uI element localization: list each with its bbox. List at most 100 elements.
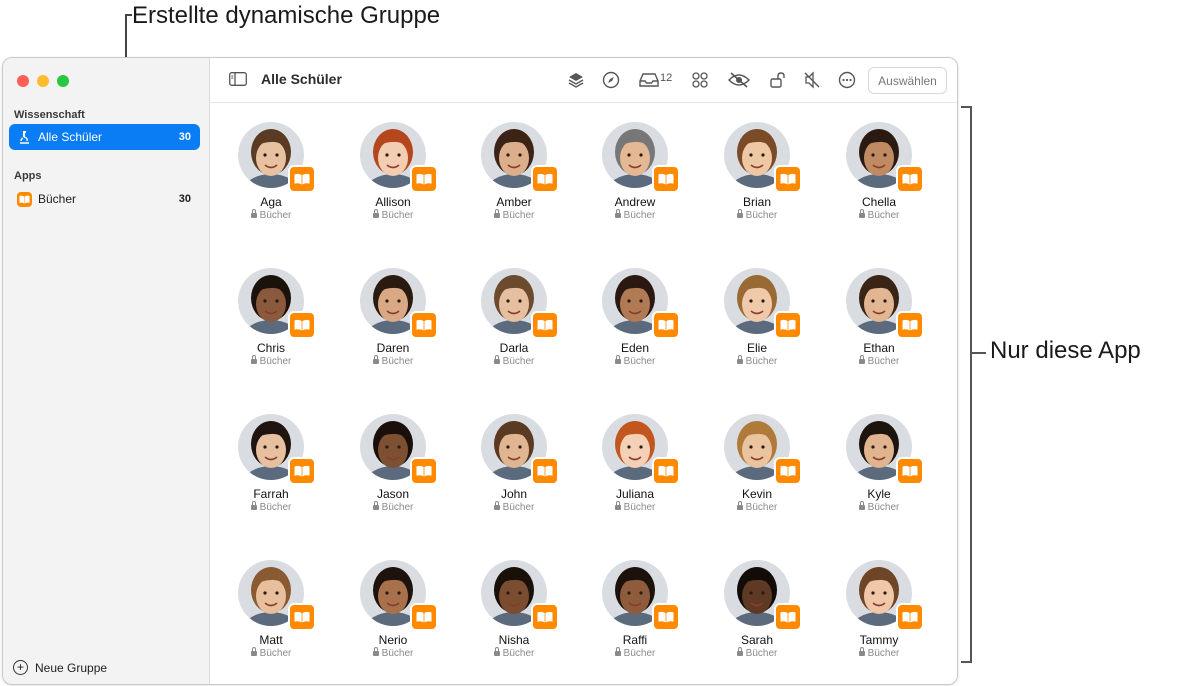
student-app-status: Bücher: [702, 355, 812, 367]
student-tile[interactable]: Kyle Bücher: [824, 395, 934, 515]
student-tile[interactable]: Darla Bücher: [459, 249, 569, 369]
student-tile[interactable]: Chris Bücher: [216, 249, 326, 369]
student-name: Darla: [499, 341, 529, 355]
select-button[interactable]: Auswählen: [868, 67, 947, 94]
student-tile[interactable]: John Bücher: [459, 395, 569, 515]
sidebar-item-label: Bücher: [38, 192, 77, 206]
student-tile[interactable]: Nerio Bücher: [338, 541, 448, 661]
books-app-icon: [288, 603, 316, 631]
student-tile[interactable]: Eden Bücher: [580, 249, 690, 369]
student-app-name: Bücher: [259, 648, 292, 659]
books-app-icon: [896, 457, 924, 485]
books-app-icon: [288, 311, 316, 339]
sidebar-toggle-icon[interactable]: [229, 72, 247, 91]
unlock-icon[interactable]: [767, 69, 789, 91]
compass-icon[interactable]: [600, 69, 622, 91]
books-app-icon: [774, 311, 802, 339]
mute-icon[interactable]: [801, 69, 823, 91]
apps-grid-icon[interactable]: [689, 69, 711, 91]
student-app-status: Bücher: [338, 355, 448, 367]
student-app-status: Bücher: [216, 647, 326, 659]
lock-icon: [493, 209, 500, 218]
student-app-status: Bücher: [580, 209, 690, 221]
student-app-name: Bücher: [867, 356, 900, 367]
student-name: Brian: [742, 195, 771, 209]
student-app-status: Bücher: [338, 501, 448, 513]
student-app-status: Bücher: [459, 355, 569, 367]
student-app-status: Bücher: [702, 501, 812, 513]
sidebar-item-count: 30: [178, 131, 191, 143]
student-app-status: Bücher: [702, 647, 812, 659]
student-tile[interactable]: Andrew Bücher: [580, 103, 690, 223]
student-tile[interactable]: Raffi Bücher: [580, 541, 690, 661]
books-app-icon: [774, 603, 802, 631]
student-tile[interactable]: Aga Bücher: [216, 103, 326, 223]
student-tile[interactable]: Brian Bücher: [702, 103, 812, 223]
student-app-status: Bücher: [580, 355, 690, 367]
student-tile[interactable]: Juliana Bücher: [580, 395, 690, 515]
lock-icon: [858, 209, 865, 218]
student-tile[interactable]: Jason Bücher: [338, 395, 448, 515]
books-app-icon: [531, 457, 559, 485]
student-tile[interactable]: Chella Bücher: [824, 103, 934, 223]
zoom-window-button[interactable]: [57, 75, 69, 87]
lock-icon: [736, 647, 743, 656]
student-name: Eden: [620, 341, 650, 355]
student-app-name: Bücher: [502, 648, 535, 659]
student-tile[interactable]: Elie Bücher: [702, 249, 812, 369]
student-app-name: Bücher: [867, 210, 900, 221]
student-name: Jason: [376, 487, 410, 501]
student-app-status: Bücher: [216, 355, 326, 367]
books-app-icon: [531, 603, 559, 631]
student-tile[interactable]: Nisha Bücher: [459, 541, 569, 661]
student-tile[interactable]: Amber Bücher: [459, 103, 569, 223]
section-title-wissenschaft: Wissenschaft: [14, 109, 85, 121]
more-icon[interactable]: [836, 69, 858, 91]
close-window-button[interactable]: [17, 75, 29, 87]
student-tile[interactable]: Farrah Bücher: [216, 395, 326, 515]
student-tile[interactable]: Matt Bücher: [216, 541, 326, 661]
books-app-icon: [410, 311, 438, 339]
lock-icon: [372, 501, 379, 510]
student-app-name: Bücher: [381, 356, 414, 367]
student-tile[interactable]: Ethan Bücher: [824, 249, 934, 369]
student-name: Allison: [375, 195, 411, 209]
sidebar-item-alle-schueler[interactable]: Alle Schüler 30: [9, 124, 200, 150]
sidebar: Wissenschaft Alle Schüler 30 Apps Bücher…: [3, 58, 210, 684]
student-app-status: Bücher: [580, 501, 690, 513]
student-name: Ethan: [863, 341, 895, 355]
sidebar-item-buecher[interactable]: Bücher 30: [9, 186, 200, 212]
books-app-icon: [410, 165, 438, 193]
student-name: Aga: [260, 195, 282, 209]
student-tile[interactable]: Allison Bücher: [338, 103, 448, 223]
layers-icon[interactable]: [565, 69, 587, 91]
books-app-icon: [774, 457, 802, 485]
student-app-name: Bücher: [381, 648, 414, 659]
lock-icon: [736, 355, 743, 364]
student-app-status: Bücher: [338, 209, 448, 221]
student-app-name: Bücher: [381, 210, 414, 221]
student-app-name: Bücher: [623, 648, 656, 659]
eye-slash-icon[interactable]: [728, 69, 750, 91]
student-name: Kevin: [741, 487, 773, 501]
lock-icon: [250, 209, 257, 218]
lock-icon: [493, 647, 500, 656]
student-app-name: Bücher: [867, 648, 900, 659]
main-content: Alle Schüler 12 Auswählen Aga Bücher All…: [210, 58, 957, 684]
callout-dynamic-group: Erstellte dynamische Gruppe: [132, 2, 441, 29]
student-tile[interactable]: Daren Bücher: [338, 249, 448, 369]
tray-icon[interactable]: [638, 69, 660, 91]
minimize-window-button[interactable]: [37, 75, 49, 87]
student-tile[interactable]: Kevin Bücher: [702, 395, 812, 515]
student-name: Matt: [259, 633, 283, 647]
student-tile[interactable]: Tammy Bücher: [824, 541, 934, 661]
student-name: Andrew: [614, 195, 656, 209]
new-group-button[interactable]: + Neue Gruppe: [13, 660, 107, 675]
student-name: Chella: [861, 195, 897, 209]
student-app-status: Bücher: [580, 647, 690, 659]
student-app-status: Bücher: [459, 209, 569, 221]
lock-icon: [250, 647, 257, 656]
student-name: Amber: [496, 195, 532, 209]
student-app-status: Bücher: [216, 501, 326, 513]
student-tile[interactable]: Sarah Bücher: [702, 541, 812, 661]
